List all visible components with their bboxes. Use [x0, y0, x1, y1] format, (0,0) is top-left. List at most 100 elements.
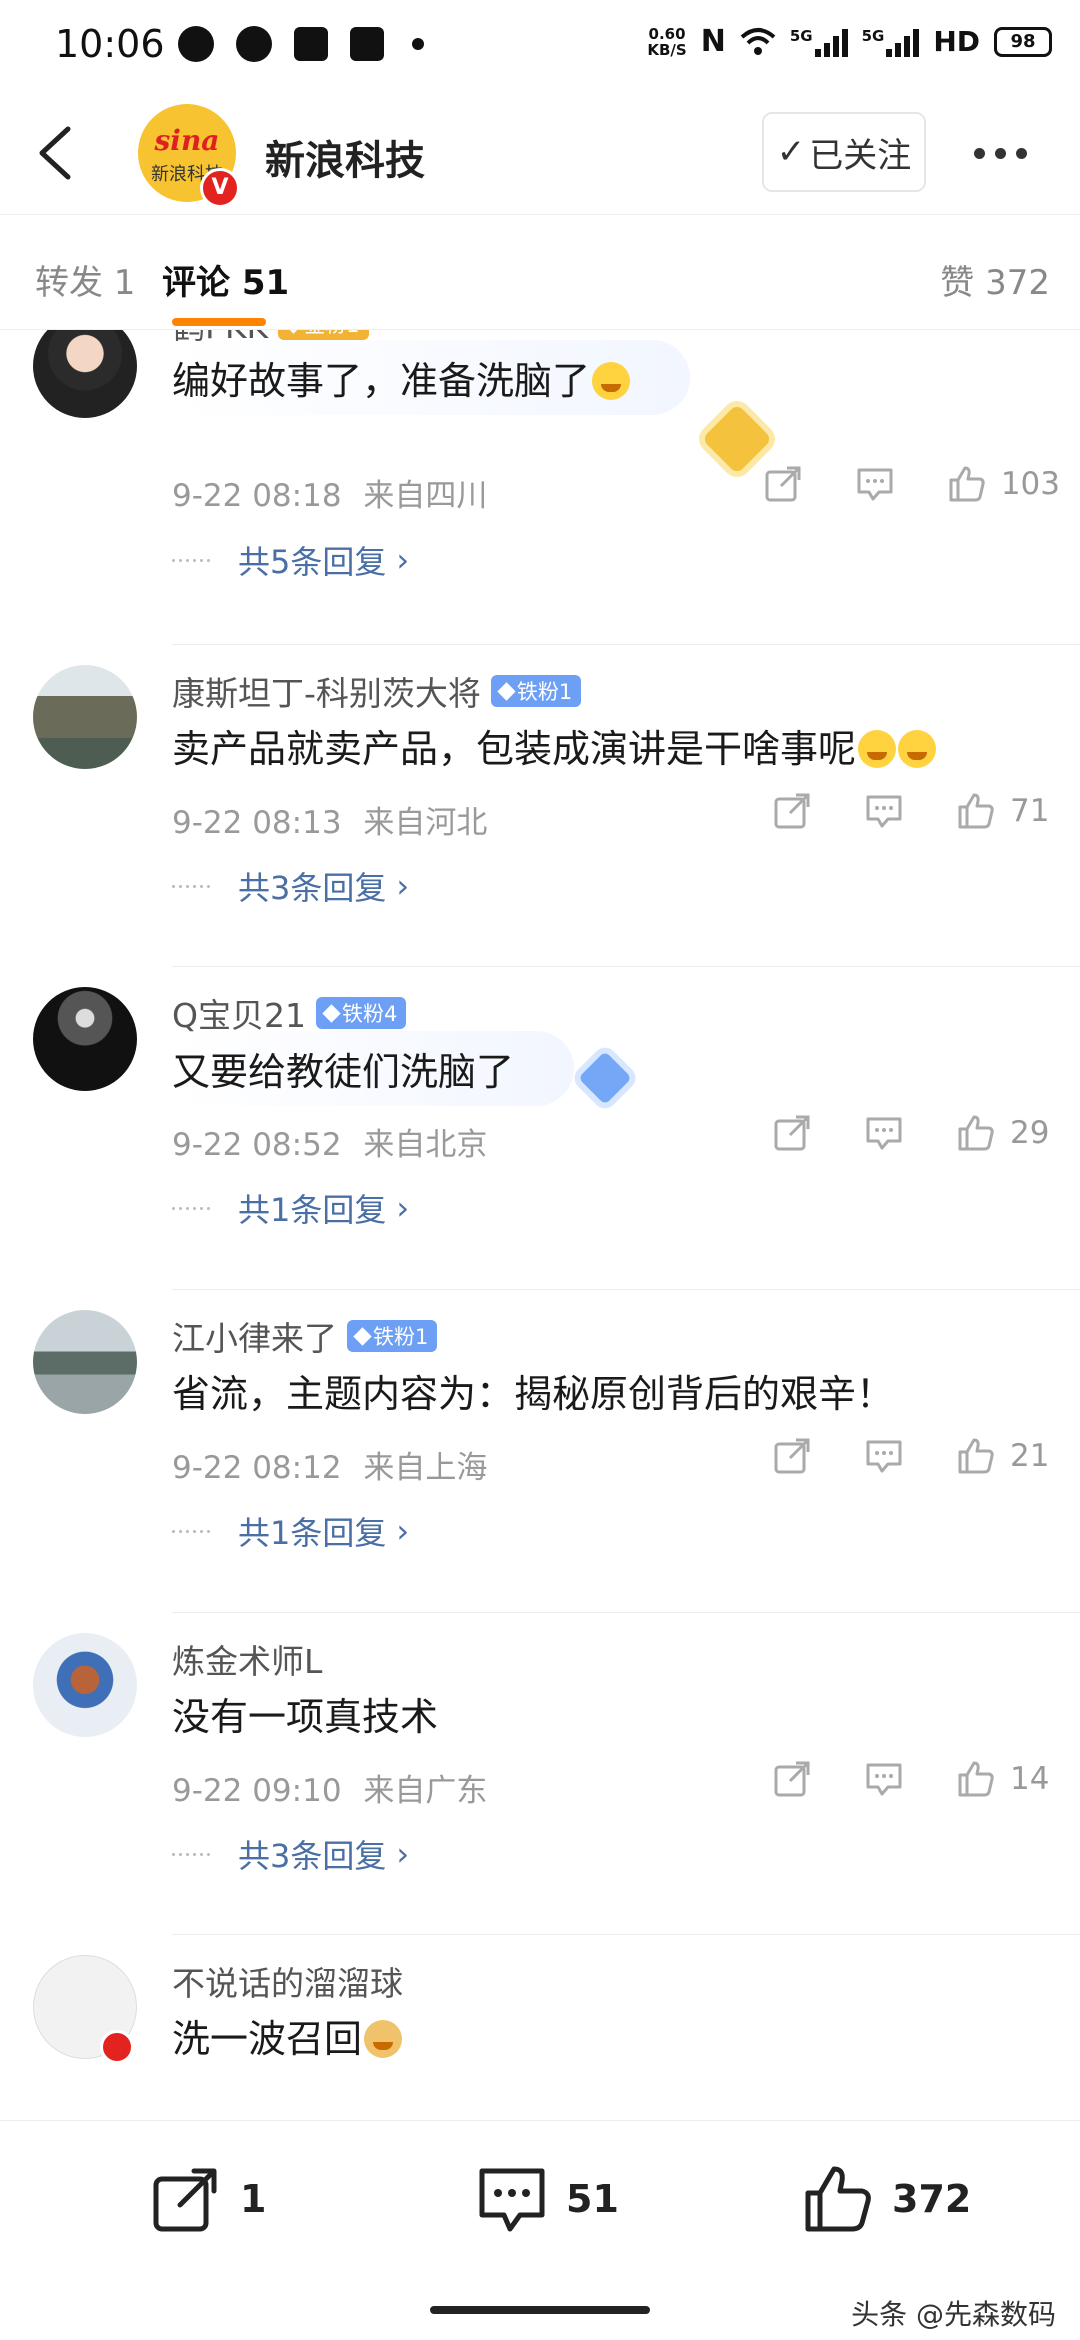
comment-icon[interactable] — [864, 1759, 904, 1799]
comment-item: Q宝贝21 铁粉4 又要给教徒们洗脑了 9-22 08:52 来自北京 29 共… — [0, 967, 1080, 1290]
diamond-icon — [497, 681, 516, 701]
commenter-name[interactable]: 江小律来了 — [172, 1312, 337, 1360]
dots-decoration — [172, 558, 210, 562]
comment-icon[interactable] — [864, 1113, 904, 1153]
comment-text-content: 卖产品就卖产品，包装成演讲是干啥事呢 — [172, 727, 857, 771]
follow-label: 已关注 — [809, 135, 912, 176]
chevron-right-icon: › — [396, 541, 410, 579]
share-icon[interactable] — [772, 1436, 812, 1476]
dot-icon — [412, 38, 424, 50]
like-button[interactable]: 71 — [956, 791, 1060, 831]
home-indicator[interactable] — [430, 2306, 650, 2314]
view-replies-link[interactable]: 共1条回复 › — [172, 1508, 409, 1554]
view-replies-link[interactable]: 共1条回复 › — [172, 1185, 409, 1231]
like-button[interactable]: 14 — [956, 1759, 1060, 1799]
more-options-icon[interactable] — [974, 148, 1027, 159]
share-icon[interactable] — [763, 464, 803, 504]
like-button[interactable]: 21 — [956, 1436, 1060, 1476]
verified-badge-icon: V — [200, 168, 240, 208]
thumbs-up-icon — [949, 466, 985, 502]
commenter-avatar[interactable] — [33, 1633, 137, 1737]
fan-badge: 铁粉1 — [490, 675, 582, 707]
diamond-icon — [322, 1003, 341, 1023]
comment-button[interactable]: 51 — [476, 2163, 619, 2235]
comment-location: 来自广东 — [363, 1773, 488, 1809]
replies-label: 共5条回复 — [238, 543, 387, 581]
forward-button[interactable]: 1 — [150, 2163, 266, 2235]
like-button[interactable]: 29 — [956, 1113, 1060, 1153]
net-speed-value: 0.60 — [648, 24, 686, 43]
comment-text[interactable]: 卖产品就卖产品，包装成演讲是干啥事呢 — [172, 718, 937, 773]
commenter-avatar[interactable] — [33, 1310, 137, 1414]
commenter-name-row: 不说话的溜溜球 — [172, 1957, 403, 2005]
laugh-cry-emoji-icon — [898, 730, 937, 768]
commenter-name[interactable]: 不说话的溜溜球 — [172, 1957, 403, 2005]
thumbs-up-icon — [958, 1438, 994, 1474]
commenter-avatar[interactable] — [33, 330, 137, 418]
comment-icon[interactable] — [864, 1436, 904, 1476]
chevron-right-icon: › — [396, 1512, 410, 1550]
comment-actions: 29 — [772, 1113, 1060, 1153]
dots-decoration — [172, 1852, 210, 1856]
fan-badge-label: 金粉1 — [304, 330, 359, 339]
account-name[interactable]: 新浪科技 — [265, 128, 425, 186]
comment-meta: 9-22 09:10 来自广东 — [172, 1765, 487, 1810]
comment-meta: 9-22 08:13 来自河北 — [172, 797, 487, 842]
comment-text[interactable]: 又要给教徒们洗脑了 — [172, 1031, 575, 1106]
view-replies-link[interactable]: 共3条回复 › — [172, 863, 409, 909]
forward-icon — [153, 2168, 217, 2232]
comment-meta: 9-22 08:12 来自上海 — [172, 1442, 487, 1487]
like-count: 29 — [1010, 1115, 1050, 1151]
share-icon[interactable] — [772, 1759, 812, 1799]
like-count: 14 — [1010, 1761, 1050, 1797]
comment-icon — [479, 2168, 545, 2232]
view-replies-link[interactable]: 共5条回复 › — [172, 537, 409, 583]
gold-gem-decoration-icon — [701, 403, 773, 475]
like-button-main[interactable]: 372 — [802, 2163, 971, 2235]
like-button[interactable]: 103 — [947, 464, 1060, 504]
replies-label: 共3条回复 — [238, 1837, 387, 1875]
laugh-cry-emoji-icon — [858, 730, 897, 768]
comment-location: 来自河北 — [363, 805, 488, 841]
list-icon — [294, 27, 328, 61]
signal-icon: 5G — [790, 27, 848, 57]
share-icon[interactable] — [772, 1113, 812, 1153]
comment-text-content: 洗一波召回 — [172, 2017, 363, 2061]
replies-label: 共1条回复 — [238, 1514, 387, 1552]
comment-icon[interactable] — [864, 791, 904, 831]
comment-text[interactable]: 洗一波召回 — [172, 2008, 403, 2063]
sim2-label: 5G — [861, 26, 885, 45]
commenter-name[interactable]: Q宝贝21 — [172, 989, 306, 1037]
battery-icon: 98 — [994, 26, 1052, 57]
commenter-avatar[interactable] — [33, 665, 137, 769]
share-icon[interactable] — [772, 791, 812, 831]
comment-meta: 9-22 08:18 来自四川 — [172, 470, 487, 515]
net-speed-unit: KB/S — [647, 40, 687, 59]
comment-list[interactable]: 鹤PKK 金粉1 编好故事了，准备洗脑了 9-22 08:18 来自四川 103… — [0, 330, 1080, 2120]
replies-label: 共3条回复 — [238, 869, 387, 907]
avatar-logo-text: sina — [154, 124, 220, 157]
view-replies-link[interactable]: 共3条回复 › — [172, 1831, 409, 1877]
back-arrow-icon[interactable] — [34, 125, 74, 181]
comment-text-content: 编好故事了，准备洗脑了 — [172, 359, 591, 403]
message-icon — [236, 26, 272, 62]
blue-gem-decoration-icon — [578, 1051, 632, 1105]
comment-text[interactable]: 省流，主题内容为：揭秘原创背后的艰辛！ — [172, 1363, 894, 1418]
chevron-right-icon: › — [396, 867, 410, 905]
tab-forward[interactable]: 转发 1 — [35, 255, 135, 304]
tab-like[interactable]: 赞 372 — [940, 255, 1050, 304]
status-time: 10:06 — [55, 22, 165, 66]
comment-icon[interactable] — [855, 464, 895, 504]
fan-badge: 铁粉4 — [315, 997, 407, 1029]
comment-text[interactable]: 编好故事了，准备洗脑了 — [172, 340, 691, 415]
sim1-label: 5G — [789, 26, 813, 45]
commenter-name[interactable]: 炼金术师L — [172, 1635, 322, 1683]
thumbs-up-icon — [958, 793, 994, 829]
tab-bar: 转发 1 评论 51 赞 372 — [0, 215, 1080, 330]
follow-button[interactable]: ✓ 已关注 — [762, 112, 926, 192]
commenter-name[interactable]: 康斯坦丁-科别茨大将 — [172, 667, 481, 715]
tab-comment[interactable]: 评论 51 — [162, 255, 289, 304]
comment-text[interactable]: 没有一项真技术 — [172, 1686, 438, 1741]
commenter-avatar[interactable] — [33, 987, 137, 1091]
comment-actions: 21 — [772, 1436, 1060, 1476]
